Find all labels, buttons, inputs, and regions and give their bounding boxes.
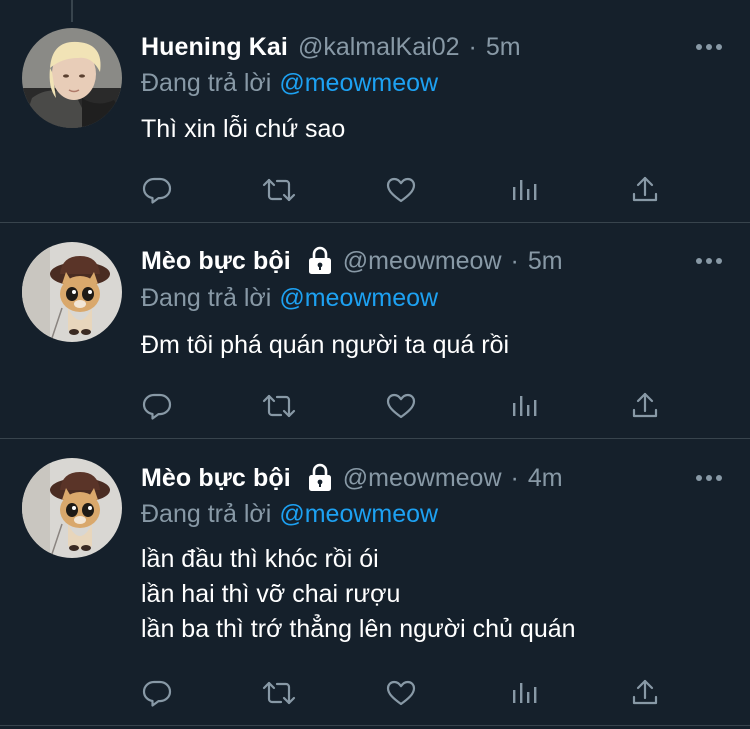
- display-name[interactable]: Mèo bực bội: [141, 244, 291, 278]
- replying-to-label: Đang trả lời: [141, 69, 272, 97]
- tweet-text: Thì xin lỗi chứ sao: [141, 112, 345, 147]
- retweet-icon: [262, 681, 296, 705]
- retweet-icon: [262, 394, 296, 418]
- share-icon: [632, 679, 658, 705]
- display-name[interactable]: Huening Kai: [141, 30, 288, 64]
- person-avatar-image: [22, 28, 122, 128]
- analytics-button[interactable]: [507, 173, 541, 207]
- analytics-button[interactable]: [507, 389, 541, 423]
- tweet-text: Đm tôi phá quán người ta quá rồi: [141, 328, 509, 363]
- like-button[interactable]: [384, 173, 418, 207]
- replying-to-label: Đang trả lời: [141, 284, 272, 312]
- replying-to: Đang trả lời @meowmeow: [141, 497, 438, 531]
- reply-button[interactable]: [140, 676, 174, 710]
- tweet-text-line: lần đầu thì khóc rồi ói: [141, 545, 379, 573]
- like-button[interactable]: [384, 389, 418, 423]
- action-bar: [0, 389, 750, 423]
- action-bar: [0, 173, 750, 207]
- analytics-button[interactable]: [507, 676, 541, 710]
- timestamp[interactable]: 5m: [528, 244, 563, 278]
- separator-dot: ·: [510, 464, 519, 492]
- reply-icon: [142, 177, 172, 204]
- reply-icon: [142, 680, 172, 707]
- tweet-text-line: lần hai thì vỡ chai rượu: [141, 580, 401, 608]
- analytics-icon: [513, 683, 537, 703]
- tweet[interactable]: Mèo bực bội @meowmeow · 4m Đang trả lời @…: [0, 438, 750, 726]
- more-options-icon[interactable]: [694, 40, 724, 54]
- retweet-button[interactable]: [262, 676, 296, 710]
- analytics-icon: [513, 180, 537, 200]
- tweet[interactable]: Mèo bực bội @meowmeow · 5m Đang trả lời @…: [0, 222, 750, 439]
- reply-icon: [142, 393, 172, 420]
- more-options-icon[interactable]: [694, 471, 724, 485]
- avatar[interactable]: [22, 28, 122, 128]
- share-button[interactable]: [628, 173, 662, 207]
- timestamp[interactable]: 4m: [528, 461, 563, 495]
- lock-icon: [308, 246, 331, 274]
- timestamp[interactable]: 5m: [486, 30, 521, 64]
- share-button[interactable]: [628, 389, 662, 423]
- separator-dot: ·: [510, 247, 519, 275]
- action-bar: [0, 676, 750, 710]
- more-options-icon[interactable]: [694, 254, 724, 268]
- tweet[interactable]: Huening Kai @kalmalKai02 · 5m Đang trả l…: [0, 0, 750, 223]
- retweet-icon: [262, 178, 296, 202]
- mention-link[interactable]: @meowmeow: [279, 500, 438, 528]
- like-icon: [386, 393, 416, 419]
- like-icon: [386, 177, 416, 203]
- share-button[interactable]: [628, 676, 662, 710]
- tweet-header: Mèo bực bội @meowmeow · 4m: [141, 461, 563, 495]
- retweet-button[interactable]: [262, 389, 296, 423]
- separator-dot: ·: [468, 33, 477, 61]
- user-handle[interactable]: @meowmeow: [343, 244, 502, 278]
- cat-avatar-image: [22, 242, 122, 342]
- avatar[interactable]: [22, 458, 122, 558]
- mention-link[interactable]: @meowmeow: [279, 284, 438, 312]
- share-icon: [632, 392, 658, 418]
- share-icon: [632, 176, 658, 202]
- reply-button[interactable]: [140, 389, 174, 423]
- display-name[interactable]: Mèo bực bội: [141, 461, 291, 495]
- tweet-text-line: Thì xin lỗi chứ sao: [141, 115, 346, 143]
- avatar[interactable]: [22, 242, 122, 342]
- user-handle[interactable]: @meowmeow: [343, 461, 502, 495]
- replying-to-label: Đang trả lời: [141, 500, 272, 528]
- user-handle[interactable]: @kalmalKai02: [298, 30, 460, 64]
- tweet-text-line: lần ba thì trớ thẳng lên người chủ quán: [141, 615, 576, 643]
- like-icon: [386, 680, 416, 706]
- lock-icon: [308, 463, 331, 491]
- reply-button[interactable]: [140, 173, 174, 207]
- tweet-header: Mèo bực bội @meowmeow · 5m: [141, 244, 563, 278]
- mention-link[interactable]: @meowmeow: [279, 69, 438, 97]
- replying-to: Đang trả lời @meowmeow: [141, 281, 438, 315]
- tweet-text: lần đầu thì khóc rồi ói lần hai thì vỡ c…: [141, 542, 576, 647]
- tweet-text-line: Đm tôi phá quán người ta quá rồi: [141, 331, 510, 359]
- like-button[interactable]: [384, 676, 418, 710]
- tweet-header: Huening Kai @kalmalKai02 · 5m: [141, 30, 521, 64]
- cat-avatar-image: [22, 458, 122, 558]
- replying-to: Đang trả lời @meowmeow: [141, 66, 438, 100]
- retweet-button[interactable]: [262, 173, 296, 207]
- analytics-icon: [513, 396, 537, 416]
